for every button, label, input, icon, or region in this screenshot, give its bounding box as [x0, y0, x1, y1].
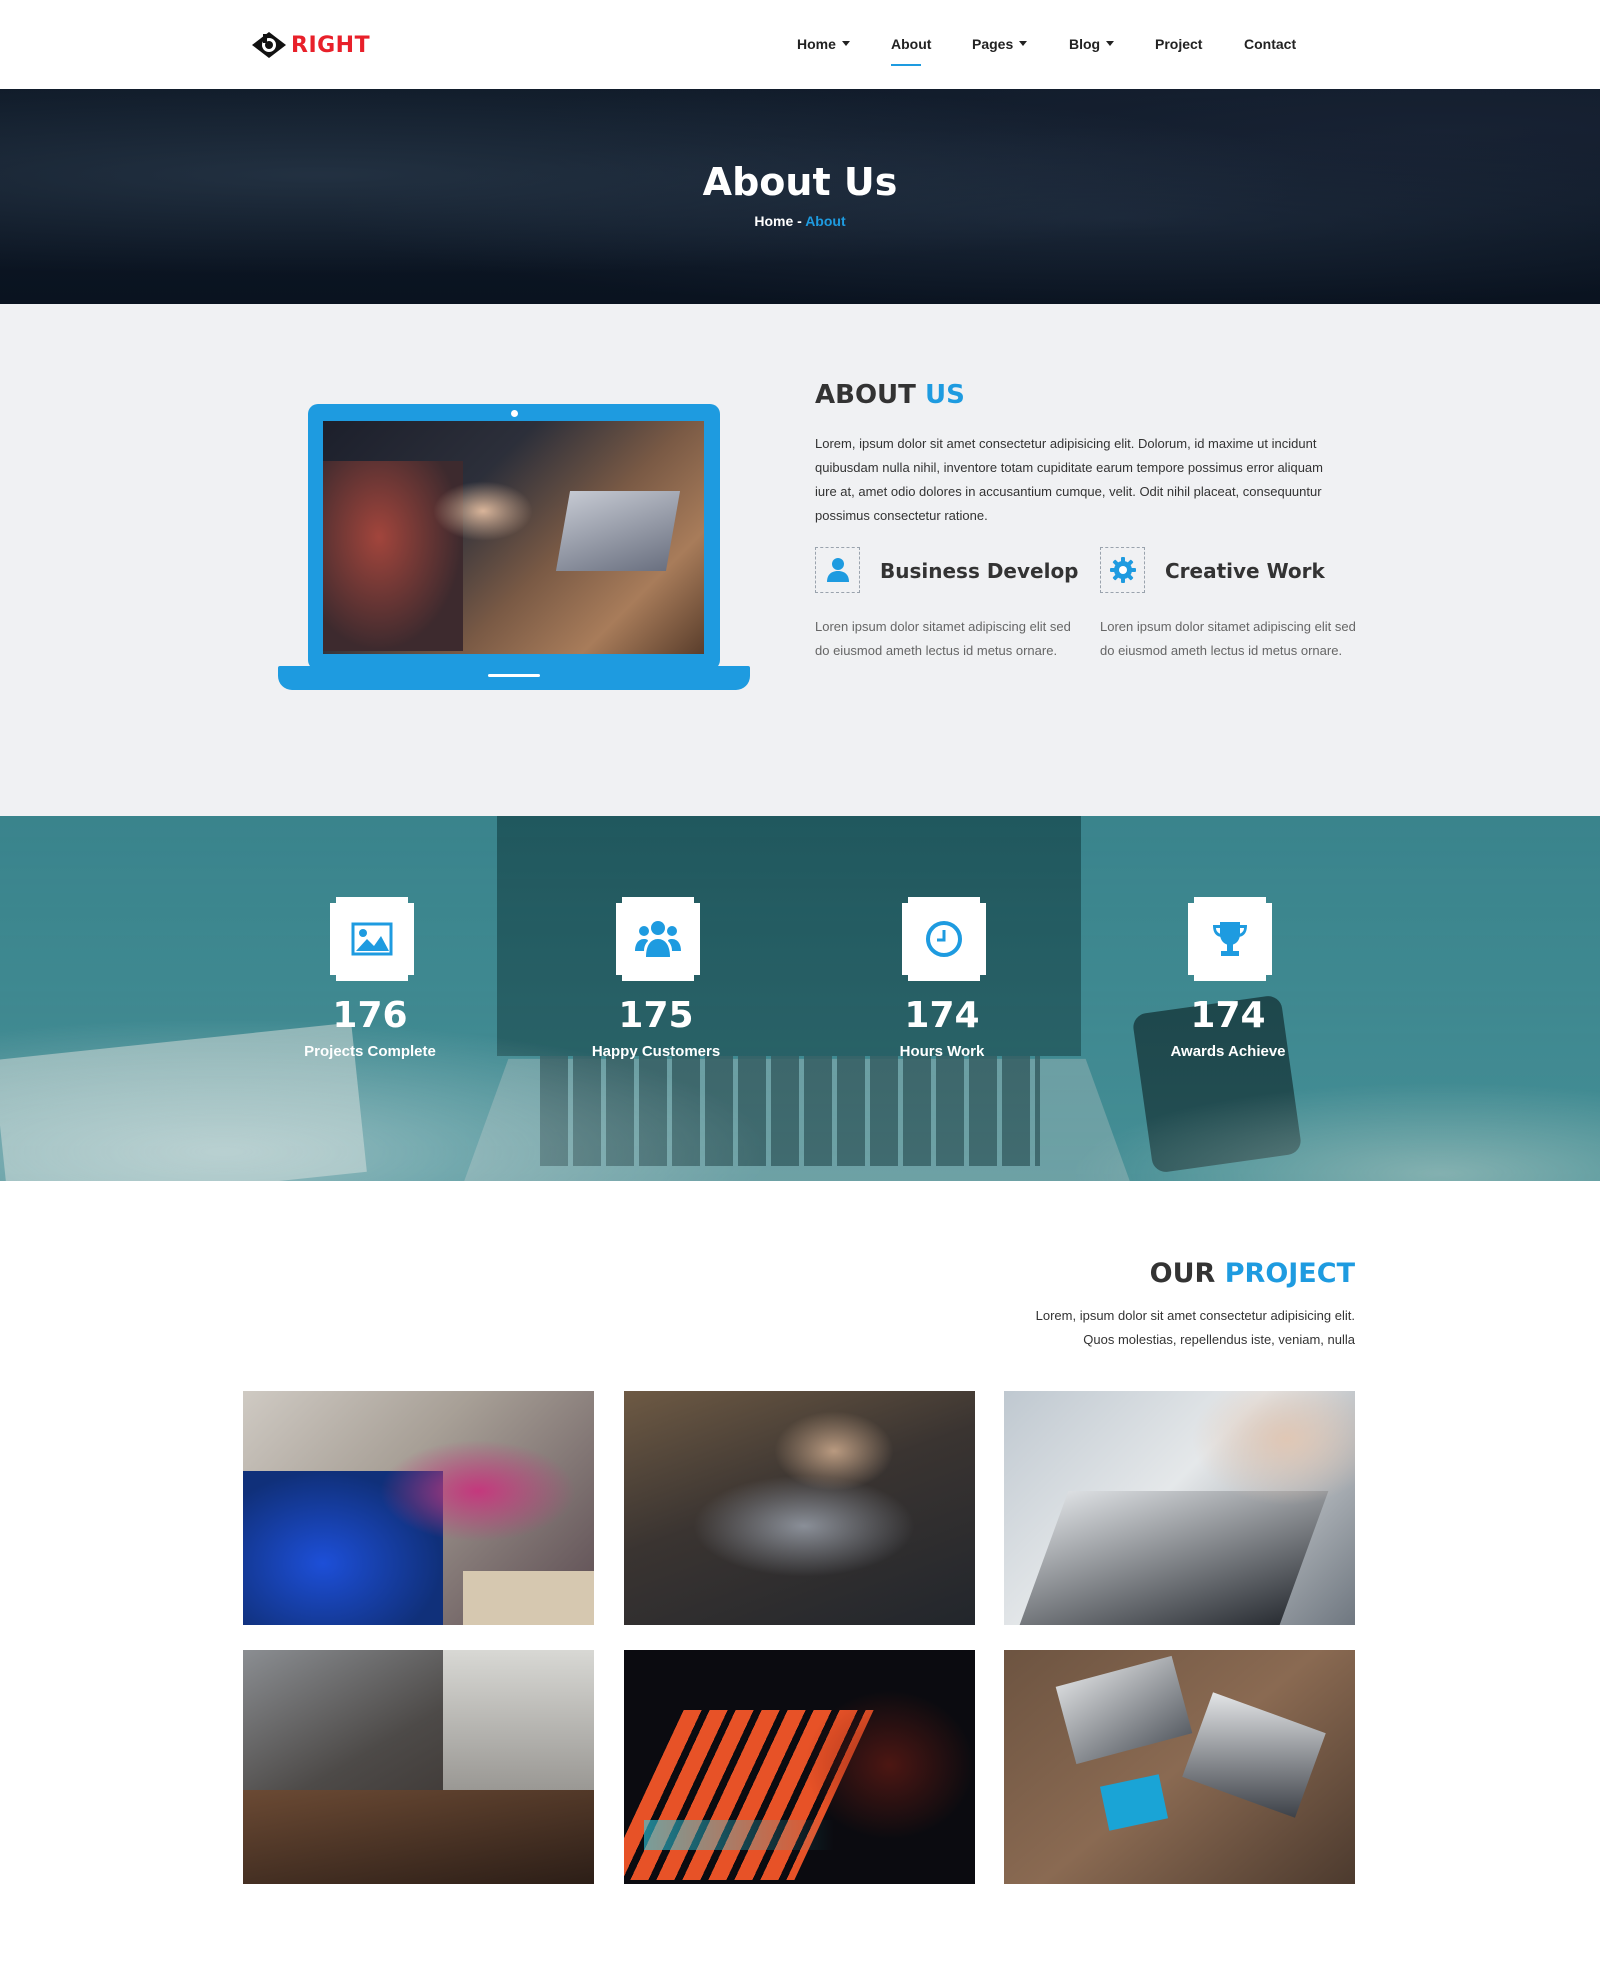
- image-icon: [351, 922, 393, 956]
- main-nav: Home About Pages Blog Project Contact: [0, 36, 1600, 56]
- breadcrumb-home[interactable]: Home: [754, 213, 793, 229]
- projects-heading: OUR PROJECT: [1150, 1258, 1355, 1289]
- nav-home-label: Home: [797, 36, 836, 52]
- stat-awards: 174 Awards Achieve: [1128, 897, 1328, 1077]
- stat-icon-box: [1188, 897, 1272, 981]
- stat-value: 174: [904, 995, 980, 1036]
- nav-pages-label: Pages: [972, 36, 1014, 52]
- stat-customers: 175 Happy Customers: [556, 897, 756, 1077]
- project-image[interactable]: [243, 1650, 594, 1884]
- breadcrumb-separator: -: [793, 213, 806, 229]
- feature-title: Business Develop: [880, 559, 1079, 583]
- nav-blog[interactable]: Blog: [1069, 36, 1115, 52]
- nav-project[interactable]: Project: [1155, 36, 1202, 52]
- nav-home[interactable]: Home: [797, 36, 850, 52]
- stat-icon-box: [330, 897, 414, 981]
- stat-label: Happy Customers: [591, 1043, 721, 1060]
- caret-down-icon: [1106, 41, 1115, 46]
- stat-icon-box: [902, 897, 986, 981]
- users-icon: [635, 921, 681, 957]
- about-text: Lorem, ipsum dolor sit amet consectetur …: [815, 436, 1323, 523]
- stat-label: Hours Work: [899, 1043, 985, 1060]
- nav-contact-label: Contact: [1244, 36, 1297, 52]
- about-heading: ABOUT US: [815, 380, 965, 410]
- feature-icon-box: [815, 547, 860, 593]
- stats-section: [0, 816, 1600, 1181]
- laptop-screen: [308, 404, 720, 670]
- nav-active-indicator: [891, 64, 921, 66]
- stat-icon-box: [616, 897, 700, 981]
- feature-title: Creative Work: [1165, 559, 1325, 583]
- feature-creative-work: Creative Work Loren ipsum dolor sitamet …: [1100, 547, 1370, 687]
- breadcrumb: Home - About: [0, 213, 1600, 229]
- nav-about-label: About: [891, 36, 932, 52]
- navbar: RIGHT Home About Pages Blog Project Cont…: [0, 0, 1600, 89]
- about-heading-accent: US: [924, 380, 965, 410]
- stat-label: Awards Achieve: [1170, 1043, 1286, 1060]
- breadcrumb-current: About: [805, 213, 846, 229]
- trophy-icon: [1213, 922, 1247, 956]
- projects-text: Lorem, ipsum dolor sit amet consectetur …: [935, 1304, 1355, 1352]
- caret-down-icon: [1019, 41, 1028, 46]
- stat-value: 176: [332, 995, 408, 1036]
- caret-down-icon: [841, 41, 850, 46]
- nav-blog-label: Blog: [1069, 36, 1101, 52]
- project-image[interactable]: [243, 1391, 594, 1625]
- project-image[interactable]: [1004, 1650, 1355, 1884]
- page-title: About Us: [702, 160, 898, 204]
- feature-text: Loren ipsum dolor sitamet adipiscing eli…: [1100, 619, 1356, 658]
- gear-icon: [1109, 557, 1136, 583]
- meeting-photo: [323, 421, 704, 654]
- about-heading-main: ABOUT: [815, 380, 925, 410]
- nav-project-label: Project: [1155, 36, 1203, 52]
- projects-text-line2: Quos molestias, repellendus iste, veniam…: [1083, 1332, 1355, 1347]
- projects-heading-main: OUR: [1149, 1258, 1225, 1289]
- projects-heading-accent: PROJECT: [1224, 1258, 1355, 1289]
- feature-text: Loren ipsum dolor sitamet adipiscing eli…: [815, 619, 1071, 658]
- nav-about[interactable]: About: [891, 36, 931, 52]
- project-image[interactable]: [624, 1391, 975, 1625]
- stat-value: 174: [1190, 995, 1266, 1036]
- stat-projects: 176 Projects Complete: [270, 897, 470, 1077]
- feature-icon-box: [1100, 547, 1145, 593]
- clock-icon: [926, 921, 962, 957]
- nav-contact[interactable]: Contact: [1244, 36, 1296, 52]
- stat-value: 175: [618, 995, 694, 1036]
- stat-hours: 174 Hours Work: [842, 897, 1042, 1077]
- laptop-base: [278, 666, 750, 690]
- laptop-camera: [511, 410, 518, 417]
- project-image[interactable]: [1004, 1391, 1355, 1625]
- project-image[interactable]: [624, 1650, 975, 1884]
- feature-business-develop: Business Develop Loren ipsum dolor sitam…: [815, 547, 1085, 687]
- nav-pages[interactable]: Pages: [972, 36, 1028, 52]
- user-icon: [826, 558, 849, 582]
- laptop-illustration: [278, 404, 750, 690]
- stat-label: Projects Complete: [304, 1043, 436, 1060]
- projects-text-line1: Lorem, ipsum dolor sit amet consectetur …: [1035, 1308, 1355, 1323]
